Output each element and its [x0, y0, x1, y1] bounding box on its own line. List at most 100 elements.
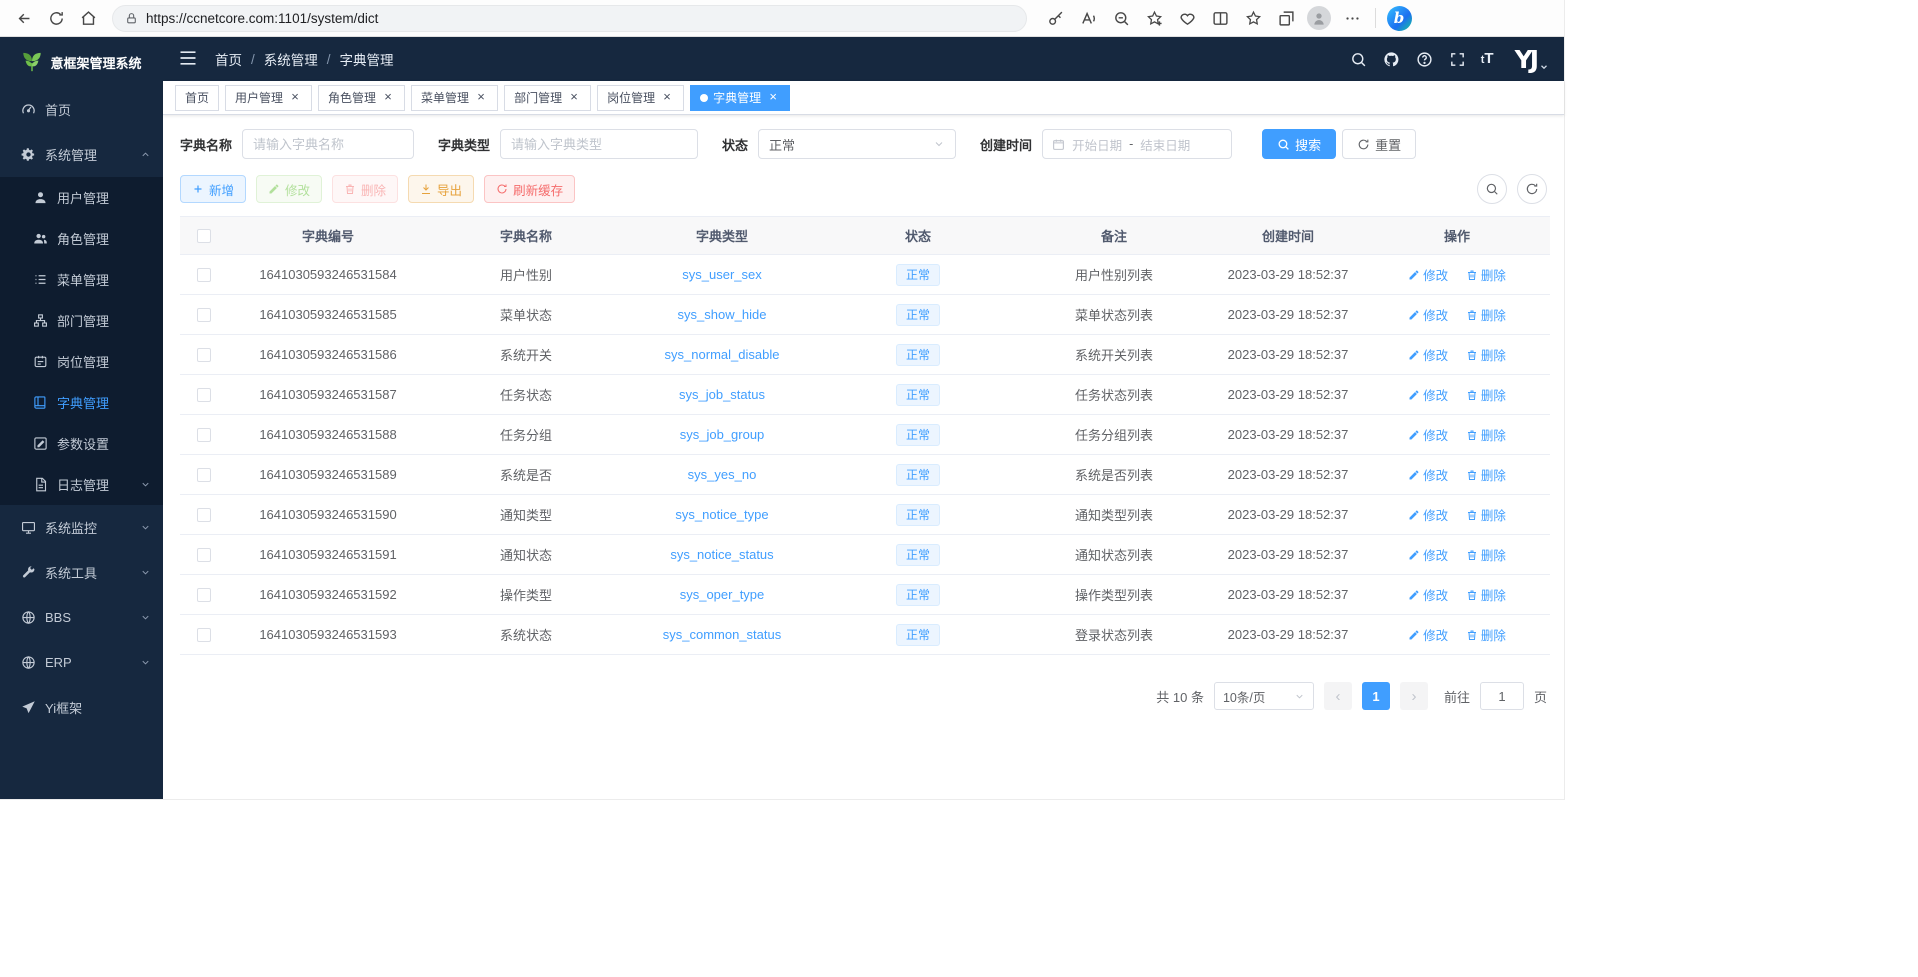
bing-copilot-icon[interactable]: b — [1383, 3, 1415, 33]
breadcrumb-item[interactable]: 首页 — [215, 49, 242, 69]
close-icon[interactable]: × — [567, 91, 581, 105]
add-button[interactable]: 新增 — [180, 175, 246, 203]
dict-type-link[interactable]: sys_job_group — [680, 427, 765, 442]
edit-row-button[interactable]: 修改 — [1408, 545, 1448, 564]
delete-row-button[interactable]: 删除 — [1466, 505, 1506, 524]
delete-row-button[interactable]: 删除 — [1466, 305, 1506, 324]
dict-type-link[interactable]: sys_oper_type — [680, 587, 765, 602]
delete-row-button[interactable]: 删除 — [1466, 585, 1506, 604]
dict-type-link[interactable]: sys_yes_no — [688, 467, 757, 482]
export-button[interactable]: 导出 — [408, 175, 474, 203]
close-icon[interactable]: × — [474, 91, 488, 105]
sidebar-item-role[interactable]: 角色管理 — [0, 218, 163, 259]
hamburger-icon[interactable] — [178, 48, 200, 70]
profile-avatar[interactable] — [1303, 3, 1335, 33]
dict-type-link[interactable]: sys_notice_type — [675, 507, 768, 522]
delete-row-button[interactable]: 删除 — [1466, 345, 1506, 364]
breadcrumb-item[interactable]: 系统管理 — [264, 49, 318, 69]
row-checkbox[interactable] — [197, 548, 211, 562]
add-favorite-icon[interactable] — [1138, 3, 1170, 33]
sidebar-item-dept[interactable]: 部门管理 — [0, 300, 163, 341]
tab-home[interactable]: 首页 — [175, 85, 219, 111]
edit-row-button[interactable]: 修改 — [1408, 425, 1448, 444]
sidebar-item-log[interactable]: 日志管理 — [0, 464, 163, 505]
goto-page-input[interactable] — [1480, 682, 1524, 710]
row-checkbox[interactable] — [197, 468, 211, 482]
row-checkbox[interactable] — [197, 268, 211, 282]
more-options-icon[interactable] — [1336, 3, 1368, 33]
favorites-icon[interactable] — [1237, 3, 1269, 33]
delete-button[interactable]: 删除 — [332, 175, 398, 203]
address-bar[interactable]: https://ccnetcore.com:1101/system/dict — [112, 5, 1027, 32]
page-size-select[interactable]: 10条/页 — [1214, 682, 1314, 710]
breadcrumb-item[interactable]: 字典管理 — [340, 49, 394, 69]
tab-dept[interactable]: 部门管理 × — [504, 85, 591, 111]
row-checkbox[interactable] — [197, 388, 211, 402]
reset-button[interactable]: 重置 — [1342, 129, 1416, 159]
dict-type-link[interactable]: sys_normal_disable — [665, 347, 780, 362]
site-lock-icon[interactable] — [125, 12, 138, 25]
help-icon[interactable] — [1415, 49, 1435, 69]
close-icon[interactable]: × — [288, 91, 302, 105]
tab-menu[interactable]: 菜单管理 × — [411, 85, 498, 111]
edit-row-button[interactable]: 修改 — [1408, 305, 1448, 324]
password-key-icon[interactable] — [1039, 3, 1071, 33]
delete-row-button[interactable]: 删除 — [1466, 425, 1506, 444]
zoom-out-icon[interactable] — [1105, 3, 1137, 33]
row-checkbox[interactable] — [197, 508, 211, 522]
split-screen-icon[interactable] — [1204, 3, 1236, 33]
sidebar-item-menu[interactable]: 菜单管理 — [0, 259, 163, 300]
sidebar-item-bbs[interactable]: BBS — [0, 595, 163, 640]
edit-row-button[interactable]: 修改 — [1408, 505, 1448, 524]
status-select[interactable]: 正常 — [758, 129, 956, 159]
dict-type-link[interactable]: sys_user_sex — [682, 267, 761, 282]
search-button[interactable]: 搜索 — [1262, 129, 1336, 159]
delete-row-button[interactable]: 删除 — [1466, 265, 1506, 284]
sidebar-item-yi[interactable]: Yi框架 — [0, 685, 163, 730]
close-icon[interactable]: × — [660, 91, 674, 105]
close-icon[interactable]: × — [381, 91, 395, 105]
row-checkbox[interactable] — [197, 628, 211, 642]
home-button[interactable] — [72, 3, 104, 33]
tab-post[interactable]: 岗位管理 × — [597, 85, 684, 111]
user-brand-logo[interactable]: YJ — [1515, 47, 1549, 72]
delete-row-button[interactable]: 删除 — [1466, 465, 1506, 484]
collections-icon[interactable] — [1270, 3, 1302, 33]
sidebar-item-post[interactable]: 岗位管理 — [0, 341, 163, 382]
row-checkbox[interactable] — [197, 428, 211, 442]
edit-row-button[interactable]: 修改 — [1408, 345, 1448, 364]
dict-type-link[interactable]: sys_notice_status — [670, 547, 773, 562]
close-icon[interactable]: × — [766, 91, 780, 105]
edit-row-button[interactable]: 修改 — [1408, 265, 1448, 284]
show-search-toggle-button[interactable] — [1477, 174, 1507, 204]
refresh-cache-button[interactable]: 刷新缓存 — [484, 175, 575, 203]
date-range-picker[interactable]: 开始日期 - 结束日期 — [1042, 129, 1232, 159]
tab-user[interactable]: 用户管理 × — [225, 85, 312, 111]
app-logo[interactable]: 意框架管理系统 — [0, 37, 163, 87]
dict-type-input[interactable] — [500, 129, 698, 159]
dict-type-link[interactable]: sys_show_hide — [678, 307, 767, 322]
dict-type-link[interactable]: sys_job_status — [679, 387, 765, 402]
read-aloud-icon[interactable] — [1072, 3, 1104, 33]
delete-row-button[interactable]: 删除 — [1466, 385, 1506, 404]
search-icon[interactable] — [1349, 49, 1369, 69]
sidebar-item-system[interactable]: 系统管理 — [0, 132, 163, 177]
font-size-icon[interactable]: tT — [1481, 50, 1494, 68]
sidebar-item-dict[interactable]: 字典管理 — [0, 382, 163, 423]
sidebar-item-tools[interactable]: 系统工具 — [0, 550, 163, 595]
browser-essentials-icon[interactable] — [1171, 3, 1203, 33]
edit-row-button[interactable]: 修改 — [1408, 625, 1448, 644]
edit-row-button[interactable]: 修改 — [1408, 385, 1448, 404]
edit-row-button[interactable]: 修改 — [1408, 585, 1448, 604]
row-checkbox[interactable] — [197, 588, 211, 602]
refresh-table-button[interactable] — [1517, 174, 1547, 204]
row-checkbox[interactable] — [197, 348, 211, 362]
fullscreen-icon[interactable] — [1448, 49, 1468, 69]
github-icon[interactable] — [1382, 49, 1402, 69]
sidebar-item-erp[interactable]: ERP — [0, 640, 163, 685]
sidebar-item-monitor[interactable]: 系统监控 — [0, 505, 163, 550]
tab-role[interactable]: 角色管理 × — [318, 85, 405, 111]
sidebar-item-user[interactable]: 用户管理 — [0, 177, 163, 218]
prev-page-button[interactable]: ‹ — [1324, 682, 1352, 710]
next-page-button[interactable]: › — [1400, 682, 1428, 710]
